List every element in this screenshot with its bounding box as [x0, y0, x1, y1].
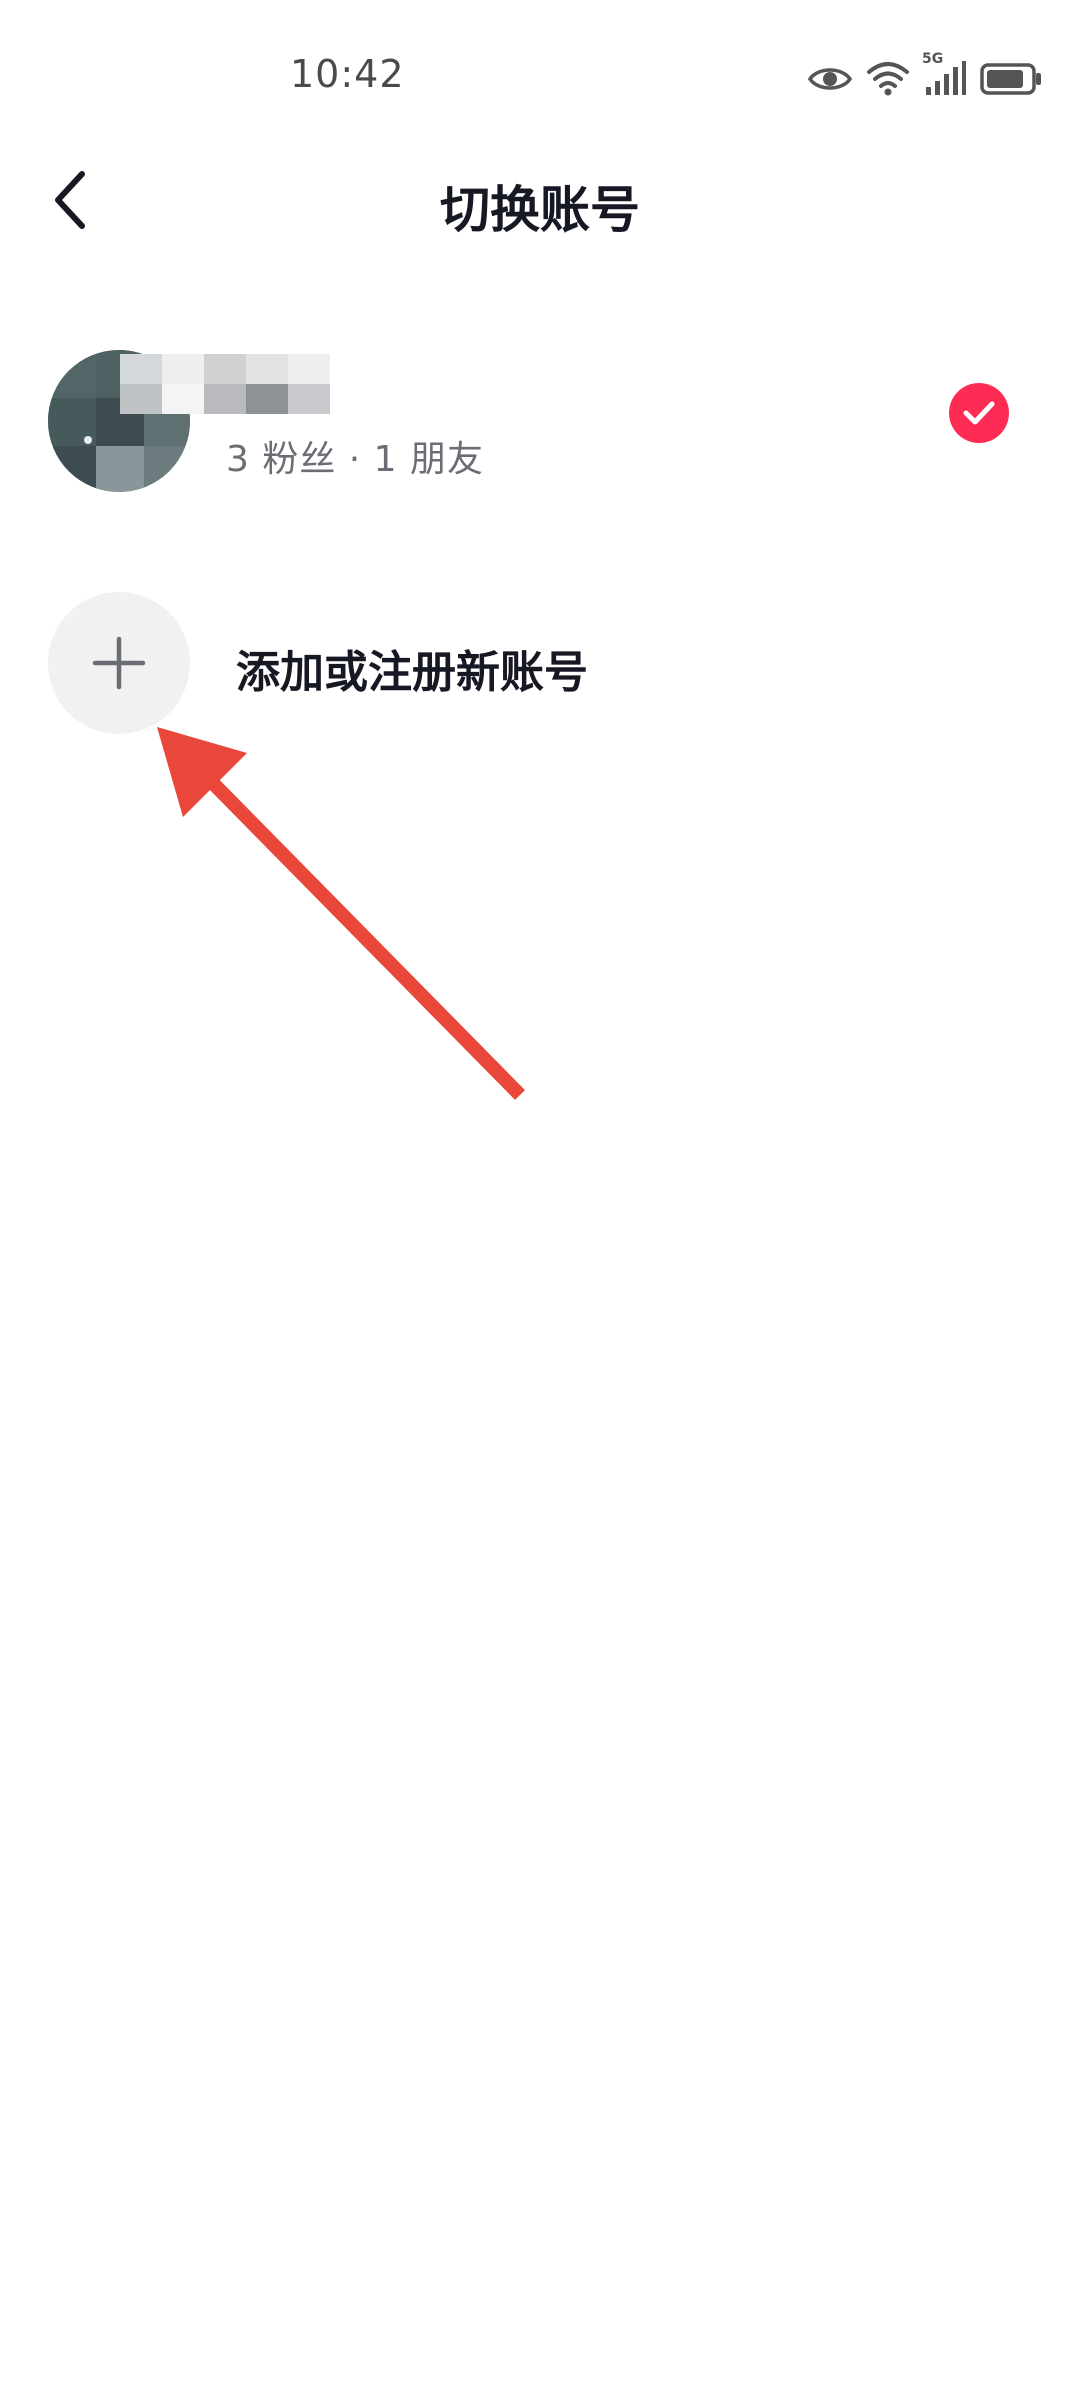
5g-label: 5G	[922, 51, 944, 67]
wifi-icon	[866, 60, 910, 98]
add-account-row[interactable]: 添加或注册新账号	[0, 590, 1080, 740]
header: 切换账号	[0, 150, 1080, 250]
plus-icon	[92, 636, 146, 690]
status-time: 10:42	[290, 52, 405, 96]
status-bar: 10:42 5G	[0, 0, 1080, 150]
account-stats: 3 粉丝 · 1 朋友	[226, 439, 485, 480]
account-name-blurred	[120, 354, 330, 414]
page-title: 切换账号	[440, 181, 640, 239]
status-icons: 5G	[808, 51, 1042, 104]
add-account-label: 添加或注册新账号	[236, 647, 588, 698]
eye-icon	[808, 64, 852, 94]
selected-check-icon	[949, 383, 1009, 443]
signal-icon: 5G	[922, 51, 966, 97]
account-row[interactable]: 3 粉丝 · 1 朋友	[0, 340, 1080, 500]
add-account-button[interactable]	[48, 592, 190, 734]
battery-icon	[980, 63, 1042, 95]
